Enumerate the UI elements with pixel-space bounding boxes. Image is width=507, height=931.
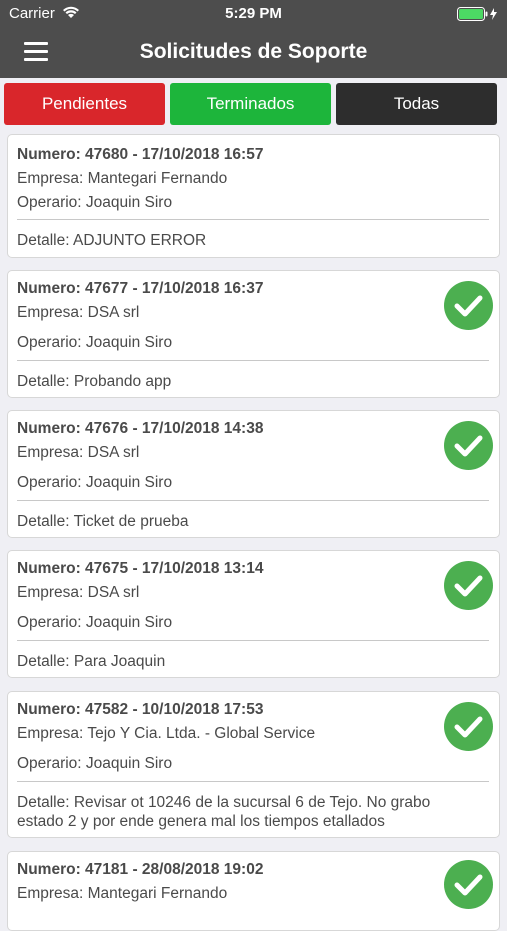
ticket-card[interactable]: Numero: 47680 - 17/10/2018 16:57 Empresa… <box>7 134 500 258</box>
check-circle-icon <box>444 860 493 909</box>
ticket-number: Numero: 47675 - 17/10/2018 13:14 <box>17 560 264 577</box>
ticket-company: Empresa: DSA srl <box>17 584 140 601</box>
ticket-number: Numero: 47582 - 10/10/2018 17:53 <box>17 701 264 718</box>
ticket-detail: Detalle: Para Joaquin <box>17 653 166 670</box>
ticket-card[interactable]: Numero: 47582 - 10/10/2018 17:53 Empresa… <box>7 691 500 838</box>
ticket-company: Empresa: DSA srl <box>17 444 140 461</box>
ticket-company: Empresa: Mantegari Fernando <box>17 885 228 902</box>
battery-icon <box>457 7 499 26</box>
page-title: Solicitudes de Soporte <box>139 40 368 63</box>
status-bar: Carrier 5:29 PM <box>0 0 507 28</box>
check-circle-icon <box>444 561 493 610</box>
tab-todas[interactable]: Todas <box>336 83 497 125</box>
ticket-number: Numero: 47676 - 17/10/2018 14:38 <box>17 420 264 437</box>
divider <box>17 360 489 361</box>
clock: 5:29 PM <box>225 5 282 22</box>
ticket-company: Empresa: Mantegari Fernando <box>17 170 228 187</box>
nav-bar: Solicitudes de Soporte <box>0 28 507 78</box>
divider <box>17 219 489 220</box>
divider <box>17 640 489 641</box>
ticket-company: Empresa: DSA srl <box>17 304 140 321</box>
ticket-detail: Detalle: Probando app <box>17 373 172 390</box>
ticket-number: Numero: 47680 - 17/10/2018 16:57 <box>17 146 264 163</box>
ticket-detail: Detalle: ADJUNTO ERROR <box>17 232 207 249</box>
divider <box>17 781 489 782</box>
tab-terminados[interactable]: Terminados <box>170 83 331 125</box>
ticket-card[interactable]: Numero: 47677 - 17/10/2018 16:37 Empresa… <box>7 270 500 398</box>
tab-pendientes[interactable]: Pendientes <box>4 83 165 125</box>
divider <box>17 500 489 501</box>
ticket-detail: Detalle: Ticket de prueba <box>17 513 189 530</box>
check-circle-icon <box>444 281 493 330</box>
ticket-company: Empresa: Tejo Y Cia. Ltda. - Global Serv… <box>17 725 316 742</box>
check-circle-icon <box>444 421 493 470</box>
ticket-operator: Operario: Joaquin Siro <box>17 614 173 631</box>
ticket-operator: Operario: Joaquin Siro <box>17 474 173 491</box>
ticket-card[interactable]: Numero: 47181 - 28/08/2018 19:02 Empresa… <box>7 851 500 931</box>
ticket-card[interactable]: Numero: 47675 - 17/10/2018 13:14 Empresa… <box>7 550 500 678</box>
ticket-number: Numero: 47677 - 17/10/2018 16:37 <box>17 280 264 297</box>
ticket-card[interactable]: Numero: 47676 - 17/10/2018 14:38 Empresa… <box>7 410 500 538</box>
ticket-number: Numero: 47181 - 28/08/2018 19:02 <box>17 861 264 878</box>
ticket-detail: Detalle: Revisar ot 10246 de la sucursal… <box>17 794 431 830</box>
filter-tabs: Pendientes Terminados Todas <box>4 83 503 125</box>
ticket-operator: Operario: Joaquin Siro <box>17 194 173 211</box>
ticket-operator: Operario: Joaquin Siro <box>17 755 173 772</box>
check-circle-icon <box>444 702 493 751</box>
ticket-operator: Operario: Joaquin Siro <box>17 334 173 351</box>
